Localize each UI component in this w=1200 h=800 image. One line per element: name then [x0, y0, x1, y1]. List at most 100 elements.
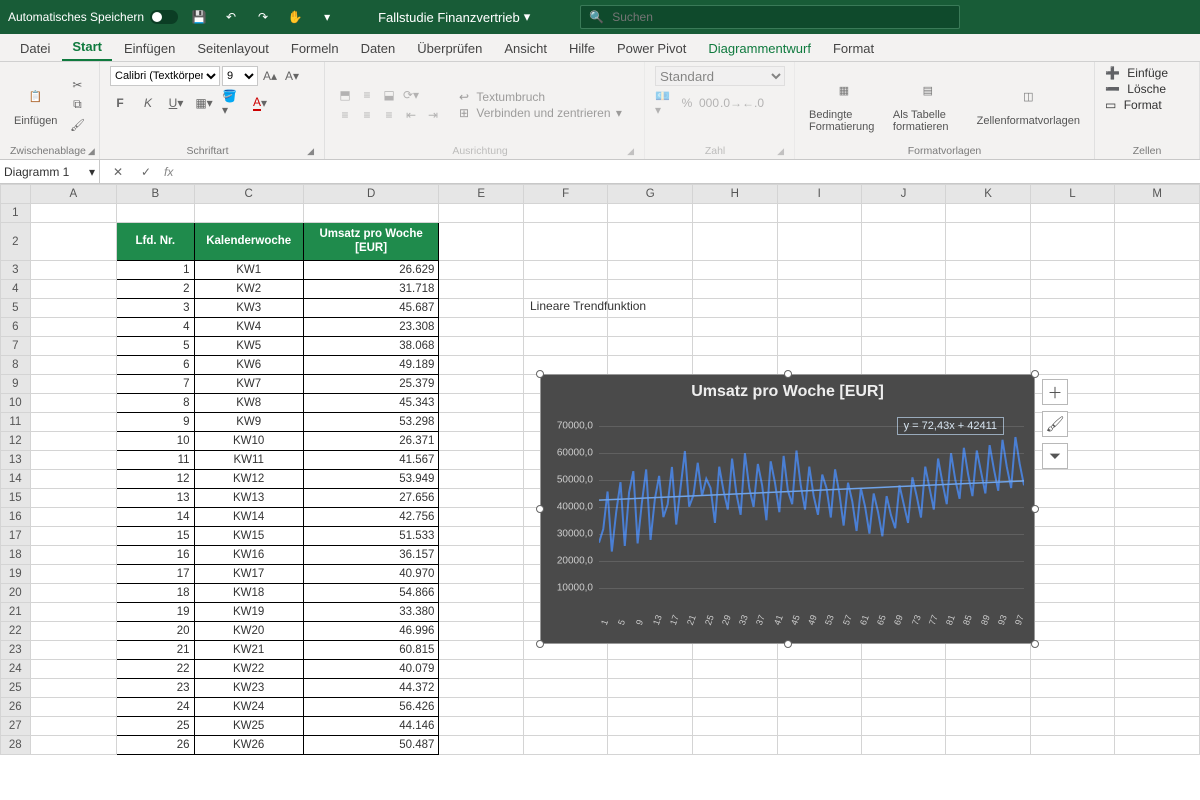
tab-ansicht[interactable]: Ansicht [494, 36, 557, 61]
resize-handle[interactable] [536, 370, 544, 378]
row-header[interactable]: 28 [1, 736, 31, 755]
decrease-indent-icon[interactable]: ⇤ [401, 106, 421, 124]
row-header[interactable]: 11 [1, 413, 31, 432]
row-header[interactable]: 26 [1, 698, 31, 717]
font-size-select[interactable]: 9 [222, 66, 258, 86]
dialog-launcher-icon[interactable]: ◢ [307, 146, 314, 157]
formula-input[interactable] [181, 160, 1200, 183]
row-header[interactable]: 21 [1, 603, 31, 622]
row-header[interactable]: 3 [1, 261, 31, 280]
font-name-select[interactable]: Calibri (Textkörper) [110, 66, 220, 86]
row-header[interactable]: 13 [1, 451, 31, 470]
copy-icon[interactable]: ⧉ [67, 96, 87, 114]
autosave-toggle[interactable]: Automatisches Speichern [8, 10, 178, 24]
row-header[interactable]: 15 [1, 489, 31, 508]
align-right-icon[interactable]: ≡ [379, 106, 399, 124]
dialog-launcher-icon[interactable]: ◢ [88, 146, 95, 157]
redo-icon[interactable]: ↷ [252, 6, 274, 28]
tab-diagrammentwurf[interactable]: Diagrammentwurf [698, 36, 821, 61]
underline-icon[interactable]: U▾ [166, 94, 186, 112]
undo-icon[interactable]: ↶ [220, 6, 242, 28]
row-header[interactable]: 2 [1, 223, 31, 261]
row-header[interactable]: 9 [1, 375, 31, 394]
search-box[interactable]: 🔍 [580, 5, 960, 29]
tab-daten[interactable]: Daten [351, 36, 406, 61]
row-header[interactable]: 7 [1, 337, 31, 356]
worksheet-grid[interactable]: ABCDEFGHIJKLM 12Lfd. Nr.KalenderwocheUms… [0, 184, 1200, 800]
wrap-text-button[interactable]: ↩ Textumbruch [459, 90, 622, 104]
dialog-launcher-icon[interactable]: ◢ [777, 146, 784, 157]
align-middle-icon[interactable]: ≡ [357, 86, 377, 104]
document-title[interactable]: Fallstudie Finanzvertrieb▾ [378, 9, 530, 25]
table-row[interactable]: 2523KW2344.372 [1, 679, 1200, 698]
table-row[interactable]: 42KW231.718 [1, 280, 1200, 299]
row-header[interactable]: 6 [1, 318, 31, 337]
row-header[interactable]: 5 [1, 299, 31, 318]
increase-font-icon[interactable]: A▴ [260, 67, 280, 85]
increase-decimal-icon[interactable]: .0→ [721, 94, 741, 112]
fx-icon[interactable]: fx [164, 165, 173, 179]
tab-formeln[interactable]: Formeln [281, 36, 349, 61]
dialog-launcher-icon[interactable]: ◢ [627, 146, 634, 157]
table-row[interactable]: 64KW423.308 [1, 318, 1200, 337]
embedded-chart[interactable]: Umsatz pro Woche [EUR] y = 72,43x + 4241… [540, 374, 1035, 644]
resize-handle[interactable] [784, 370, 792, 378]
row-header[interactable]: 14 [1, 470, 31, 489]
tab-start[interactable]: Start [62, 34, 112, 61]
thousands-icon[interactable]: 000 [699, 94, 719, 112]
decrease-font-icon[interactable]: A▾ [282, 67, 302, 85]
cell-styles-button[interactable]: ◫Zellenformatvorlagen [973, 81, 1084, 129]
number-format-select[interactable]: Standard [655, 66, 785, 86]
chart-filter-button[interactable]: ⏷ [1042, 443, 1068, 469]
row-header[interactable]: 24 [1, 660, 31, 679]
table-row[interactable]: 2624KW2456.426 [1, 698, 1200, 717]
currency-icon[interactable]: 💶▾ [655, 94, 675, 112]
delete-cells-button[interactable]: ➖ Lösche [1105, 82, 1166, 96]
table-row[interactable]: 2725KW2544.146 [1, 717, 1200, 736]
align-top-icon[interactable]: ⬒ [335, 86, 355, 104]
resize-handle[interactable] [536, 640, 544, 648]
row-header[interactable]: 12 [1, 432, 31, 451]
font-color-icon[interactable]: A▾ [250, 94, 270, 112]
table-row[interactable]: 86KW649.189 [1, 356, 1200, 375]
chart-title[interactable]: Umsatz pro Woche [EUR] [541, 375, 1034, 405]
row-header[interactable]: 1 [1, 204, 31, 223]
table-row[interactable]: 2Lfd. Nr.KalenderwocheUmsatz pro Woche [… [1, 223, 1200, 261]
table-row[interactable]: 2826KW2650.487 [1, 736, 1200, 755]
toggle-switch-icon[interactable] [150, 10, 178, 24]
row-header[interactable]: 22 [1, 622, 31, 641]
row-header[interactable]: 20 [1, 584, 31, 603]
row-header[interactable]: 19 [1, 565, 31, 584]
orientation-icon[interactable]: ⟳▾ [401, 86, 421, 104]
format-cells-button[interactable]: ▭ Format [1105, 98, 1162, 112]
cut-icon[interactable]: ✂ [67, 76, 87, 94]
save-icon[interactable]: 💾 [188, 6, 210, 28]
row-header[interactable]: 18 [1, 546, 31, 565]
resize-handle[interactable] [1031, 505, 1039, 513]
tab-ueberpruefen[interactable]: Überprüfen [407, 36, 492, 61]
name-box[interactable]: Diagramm 1▾ [0, 160, 100, 183]
insert-cells-button[interactable]: ➕ Einfüge [1105, 66, 1168, 80]
chart-plot-area[interactable] [599, 413, 1024, 613]
resize-handle[interactable] [784, 640, 792, 648]
table-row[interactable]: 2422KW2240.079 [1, 660, 1200, 679]
resize-handle[interactable] [1031, 370, 1039, 378]
bold-icon[interactable]: F [110, 94, 130, 112]
merge-center-button[interactable]: ⊞ Verbinden und zentrieren ▾ [459, 106, 622, 120]
increase-indent-icon[interactable]: ⇥ [423, 106, 443, 124]
row-header[interactable]: 16 [1, 508, 31, 527]
italic-icon[interactable]: K [138, 94, 158, 112]
tab-hilfe[interactable]: Hilfe [559, 36, 605, 61]
tab-einfuegen[interactable]: Einfügen [114, 36, 185, 61]
search-input[interactable] [612, 10, 951, 24]
paste-button[interactable]: 📋 Einfügen [10, 81, 61, 129]
more-qat-icon[interactable]: ▾ [316, 6, 338, 28]
row-header[interactable]: 4 [1, 280, 31, 299]
row-header[interactable]: 8 [1, 356, 31, 375]
column-header-row[interactable]: ABCDEFGHIJKLM [1, 185, 1200, 204]
cancel-icon[interactable]: ✕ [108, 163, 128, 181]
fill-color-icon[interactable]: 🪣▾ [222, 94, 242, 112]
border-icon[interactable]: ▦▾ [194, 94, 214, 112]
enter-icon[interactable]: ✓ [136, 163, 156, 181]
chart-elements-button[interactable]: ＋ [1042, 379, 1068, 405]
